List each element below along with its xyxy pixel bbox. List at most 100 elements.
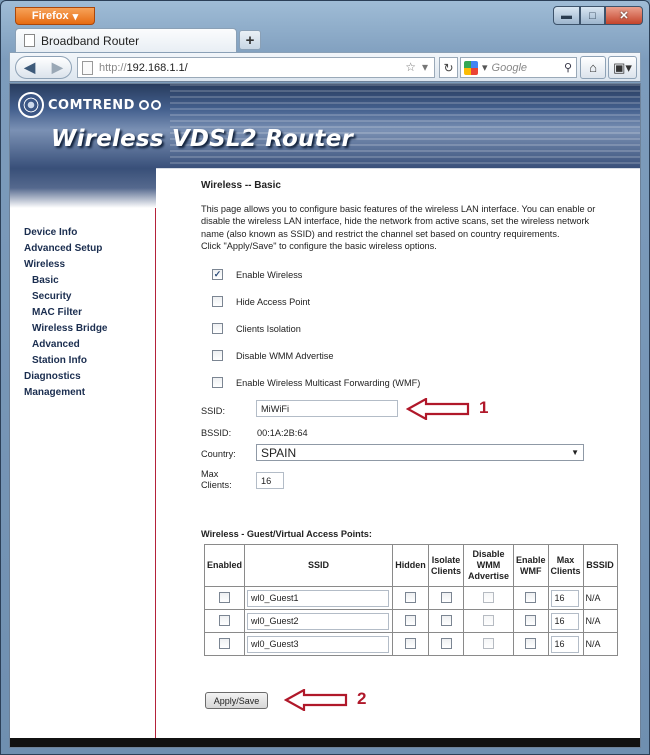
option-row-2: Clients Isolation	[212, 323, 301, 334]
sidebar-item-advanced[interactable]: Advanced	[24, 337, 108, 353]
max-clients-label: Max Clients:	[201, 469, 232, 490]
page-icon	[82, 60, 93, 75]
option-label-0: Enable Wireless	[236, 269, 303, 280]
bssid-value: 00:1A:2B:64	[257, 428, 308, 438]
comtrend-logo: COMTREND	[18, 92, 161, 118]
sidebar-item-security[interactable]: Security	[24, 289, 108, 305]
bookmark-star-icon[interactable]: ☆	[405, 60, 416, 74]
reload-button[interactable]: ↻	[439, 57, 458, 78]
sidebar-item-diagnostics[interactable]: Diagnostics	[24, 369, 108, 385]
back-forward-buttons: ◀ ▶	[15, 56, 72, 79]
option-checkbox-4[interactable]	[212, 377, 223, 388]
page-description: This page allows you to configure basic …	[201, 203, 611, 252]
guest-checkbox[interactable]	[440, 591, 452, 603]
sidebar-item-mac-filter[interactable]: MAC Filter	[24, 305, 108, 321]
sidebar-item-management[interactable]: Management	[24, 385, 108, 401]
address-bar[interactable]: http://192.168.1.1/ ☆ ▾	[77, 57, 435, 78]
column-header: Enable WMF	[513, 544, 549, 587]
sidebar-menu: Device Info Advanced Setup Wireless Basic Se…	[24, 225, 108, 401]
router-title: Wireless VDSL2 Router	[51, 126, 354, 152]
option-checkbox-1[interactable]	[212, 296, 223, 307]
sidebar-item-device-info[interactable]: Device Info	[24, 225, 108, 241]
guest-checkbox[interactable]	[219, 637, 230, 649]
main-panel: Wireless -- Basic This page allows you t…	[156, 168, 640, 738]
guest-checkbox[interactable]	[440, 614, 452, 626]
guest-checkbox[interactable]	[219, 591, 230, 603]
page-icon	[24, 34, 35, 47]
sidebar-item-advanced-setup[interactable]: Advanced Setup	[24, 241, 108, 257]
maximize-button[interactable]: □	[580, 6, 605, 25]
guest-checkbox[interactable]	[405, 591, 417, 603]
table-row: wl0_Guest3 16 N/A	[203, 632, 618, 656]
logo-dots-icon	[138, 100, 161, 110]
navigation-toolbar: ◀ ▶ http://192.168.1.1/ ☆ ▾ ↻ ▾ Google ⚲ …	[9, 52, 641, 82]
page-heading: Wireless -- Basic	[201, 180, 281, 191]
back-arrow-icon[interactable]: ◀	[16, 59, 44, 76]
guest-max-clients-input[interactable]: 16	[550, 612, 579, 630]
guest-ssid-input[interactable]: wl0_Guest2	[247, 612, 390, 630]
firefox-menu-button[interactable]: Firefox ▾	[15, 7, 95, 25]
bookmarks-button[interactable]: ▣▾	[608, 56, 637, 79]
search-icon[interactable]: ⚲	[564, 61, 572, 74]
option-checkbox-0[interactable]: ✓	[212, 269, 223, 280]
page-footer-bar	[10, 738, 640, 747]
new-tab-button[interactable]: +	[239, 30, 261, 50]
sidebar-item-basic[interactable]: Basic	[24, 273, 108, 289]
home-button[interactable]: ⌂	[580, 56, 606, 79]
history-dropdown-icon[interactable]: ▾	[422, 60, 428, 74]
option-checkbox-3[interactable]	[212, 350, 223, 361]
close-window-button[interactable]: ✕	[605, 6, 643, 25]
forward-arrow-icon[interactable]: ▶	[44, 59, 72, 76]
browser-tab[interactable]: Broadband Router	[15, 28, 237, 52]
annotation-number-1: 1	[479, 398, 489, 417]
option-checkbox-2[interactable]	[212, 323, 223, 334]
guest-checkbox[interactable]	[405, 614, 417, 626]
option-label-2: Clients Isolation	[236, 323, 301, 334]
tab-title: Broadband Router	[41, 33, 140, 48]
browser-window: Firefox ▾ ▬ □ ✕ Broadband Router + ◀ ▶ ht…	[0, 0, 650, 755]
google-icon	[464, 60, 478, 75]
guest-checkbox[interactable]	[440, 637, 452, 649]
sidebar-header-graphic	[10, 168, 156, 208]
guest-bssid: N/A	[582, 632, 618, 656]
guest-checkbox[interactable]	[525, 591, 537, 603]
annotation-number-2: 2	[357, 689, 367, 708]
guest-ap-table: Enabled SSID Hidden Isolate Clients Disable …	[203, 544, 618, 656]
search-engine-dropdown-icon[interactable]: ▾	[482, 61, 488, 74]
search-box[interactable]: ▾ Google ⚲	[460, 57, 577, 78]
guest-max-clients-input[interactable]: 16	[550, 635, 579, 653]
ssid-label: SSID:	[201, 406, 225, 416]
chevron-down-icon: ▼	[571, 448, 579, 457]
max-clients-input[interactable]: 16	[256, 472, 284, 489]
apply-save-button[interactable]: Apply/Save	[205, 692, 268, 709]
guest-checkbox[interactable]	[525, 614, 537, 626]
guest-max-clients-input[interactable]: 16	[550, 589, 579, 607]
minimize-button[interactable]: ▬	[553, 6, 580, 25]
bookmarks-icon: ▣▾	[613, 59, 632, 75]
url-host: 192.168.1.1/	[126, 61, 188, 74]
guest-ssid-input[interactable]: wl0_Guest3	[247, 635, 390, 653]
guest-checkbox[interactable]	[483, 591, 495, 603]
guest-checkbox[interactable]	[483, 614, 495, 626]
guest-checkbox[interactable]	[483, 637, 495, 649]
dropdown-arrow-icon: ▾	[72, 10, 79, 23]
guest-checkbox[interactable]	[405, 637, 417, 649]
search-placeholder: Google	[491, 61, 528, 74]
guest-bssid: N/A	[582, 586, 618, 610]
guest-checkbox[interactable]	[219, 614, 230, 626]
minimize-icon: ▬	[561, 9, 572, 22]
guest-ssid-input[interactable]: wl0_Guest1	[247, 589, 390, 607]
country-selected-value: SPAIN	[261, 445, 297, 460]
option-row-4: Enable Wireless Multicast Forwarding (WM…	[212, 377, 420, 388]
guest-checkbox[interactable]	[525, 637, 537, 649]
sidebar-item-station-info[interactable]: Station Info	[24, 353, 108, 369]
sidebar-item-wireless[interactable]: Wireless	[24, 257, 108, 273]
option-label-3: Disable WMM Advertise	[236, 350, 334, 361]
bssid-label: BSSID:	[201, 428, 232, 438]
ssid-input[interactable]: MiWiFi	[256, 400, 398, 417]
sidebar-item-wireless-bridge[interactable]: Wireless Bridge	[24, 321, 108, 337]
page-content: COMTREND Wireless VDSL2 Router Device In…	[9, 83, 641, 748]
router-banner: COMTREND Wireless VDSL2 Router	[10, 84, 640, 168]
option-row-0: ✓ Enable Wireless	[212, 269, 302, 280]
country-select[interactable]: SPAIN ▼	[256, 444, 584, 461]
